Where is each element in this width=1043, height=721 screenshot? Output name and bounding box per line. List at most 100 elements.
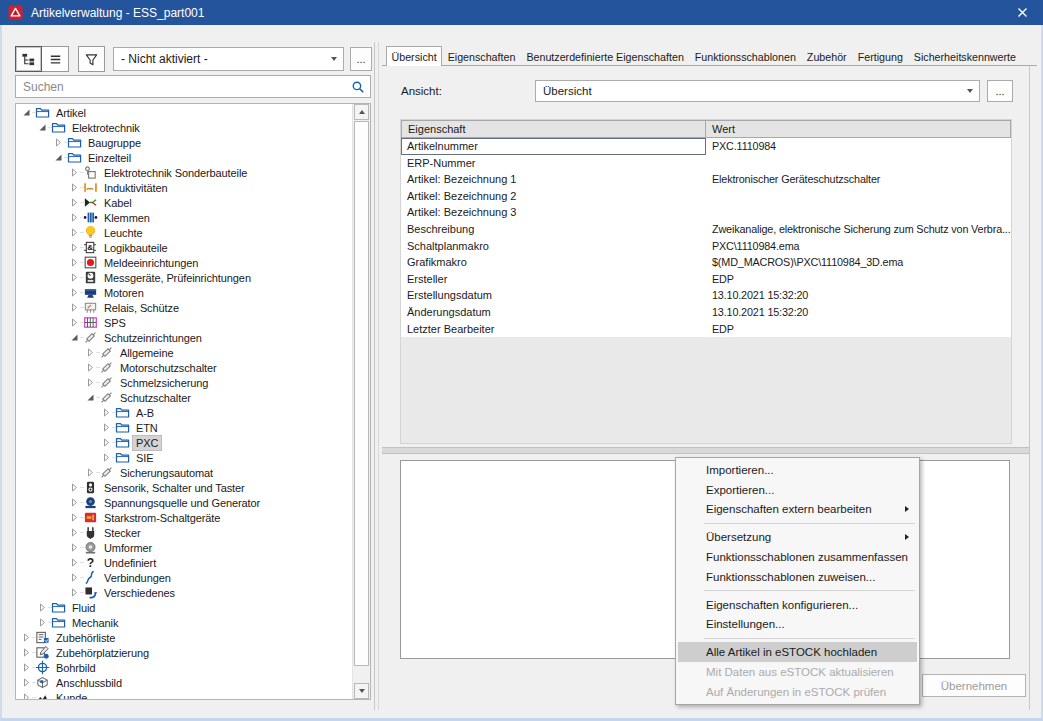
tree-item-allgemeine[interactable]: Allgemeine: [16, 345, 353, 360]
property-name[interactable]: Artikel: Bezeichnung 2: [401, 188, 706, 205]
scroll-down-button[interactable]: [354, 683, 369, 699]
tree-item-klemmen[interactable]: Klemmen: [16, 210, 353, 225]
column-header-wert[interactable]: Wert: [705, 120, 1011, 138]
property-row-artikel-bezeichnung-3[interactable]: Artikel: Bezeichnung 3: [401, 204, 1011, 221]
search-icon[interactable]: [346, 79, 370, 95]
property-name[interactable]: Artikel: Bezeichnung 1: [401, 171, 706, 188]
apply-button[interactable]: Übernehmen: [922, 674, 1026, 697]
expander-collapsed-icon[interactable]: [69, 242, 80, 253]
property-row-erstellungsdatum[interactable]: Erstellungsdatum13.10.2021 15:32:20: [401, 287, 1011, 304]
property-value[interactable]: Elektronischer Geräteschutzschalter: [706, 171, 1011, 188]
expander-collapsed-icon[interactable]: [69, 557, 80, 568]
tree-item-schutzschalter[interactable]: Schutzschalter: [16, 390, 353, 405]
expander-expanded-icon[interactable]: [69, 332, 80, 343]
filter-button[interactable]: [78, 46, 105, 72]
property-name[interactable]: Ersteller: [401, 271, 706, 288]
menu-item-übersetzung[interactable]: Übersetzung: [678, 527, 917, 547]
tree-item-sensorik-schalter-und-taster[interactable]: Sensorik, Schalter und Taster: [16, 480, 353, 495]
property-value[interactable]: Zweikanalige, elektronische Sicherung zu…: [706, 221, 1011, 238]
property-row-schaltplanmakro[interactable]: SchaltplanmakroPXC\1110984.ema: [401, 238, 1011, 255]
tree-item-zubehörliste[interactable]: Zubehörliste: [16, 630, 353, 645]
property-row-ersteller[interactable]: ErstellerEDP: [401, 271, 1011, 288]
expander-expanded-icon[interactable]: [53, 152, 64, 163]
tree-item-schutzeinrichtungen[interactable]: Schutzeinrichtungen: [16, 330, 353, 345]
expander-collapsed-icon[interactable]: [69, 287, 80, 298]
expander-collapsed-icon[interactable]: [69, 272, 80, 283]
expander-collapsed-icon[interactable]: [21, 632, 32, 643]
expander-collapsed-icon[interactable]: [69, 212, 80, 223]
tree-item-kunde[interactable]: Kunde: [16, 690, 353, 700]
menu-item-einstellungen[interactable]: Einstellungen...: [678, 615, 917, 635]
property-row-grafikmakro[interactable]: Grafikmakro$(MD_MACROS)\PXC\1110984_3D.e…: [401, 254, 1011, 271]
menu-item-eigenschaften-konfigurieren[interactable]: Eigenschaften konfigurieren...: [678, 595, 917, 615]
tree-item-sicherungsautomat[interactable]: Sicherungsautomat: [16, 465, 353, 480]
tab-fertigung[interactable]: Fertigung: [852, 47, 908, 66]
property-name[interactable]: Änderungsdatum: [401, 304, 706, 321]
expander-collapsed-icon[interactable]: [69, 182, 80, 193]
expander-collapsed-icon[interactable]: [69, 482, 80, 493]
tree-item-stecker[interactable]: Stecker: [16, 525, 353, 540]
property-row-änderungsdatum[interactable]: Änderungsdatum13.10.2021 15:32:20: [401, 304, 1011, 321]
tree-item-starkstrom-schaltgeräte[interactable]: Starkstrom-Schaltgeräte: [16, 510, 353, 525]
tree-item-fluid[interactable]: Fluid: [16, 600, 353, 615]
expander-collapsed-icon[interactable]: [69, 197, 80, 208]
expander-collapsed-icon[interactable]: [69, 587, 80, 598]
expander-collapsed-icon[interactable]: [69, 302, 80, 313]
tab-zubehör[interactable]: Zubehör: [801, 47, 852, 66]
expander-collapsed-icon[interactable]: [101, 452, 112, 463]
property-value[interactable]: 13.10.2021 15:32:20: [706, 304, 1011, 321]
tree-item-bohrbild[interactable]: Bohrbild: [16, 660, 353, 675]
property-row-artikel-bezeichnung-2[interactable]: Artikel: Bezeichnung 2: [401, 188, 1011, 205]
tree-item-artikel[interactable]: Artikel: [16, 105, 353, 120]
tree-item-leuchte[interactable]: Leuchte: [16, 225, 353, 240]
tree-item-etn[interactable]: ETN: [16, 420, 353, 435]
tree-item-pxc[interactable]: PXC: [16, 435, 353, 450]
tree-item-elektrotechnik-sonderbauteile[interactable]: Elektrotechnik Sonderbauteile: [16, 165, 353, 180]
tab-übersicht[interactable]: Übersicht: [386, 46, 442, 66]
menu-item-importieren[interactable]: Importieren...: [678, 460, 917, 480]
tree-item-induktivitäten[interactable]: Induktivitäten: [16, 180, 353, 195]
property-value[interactable]: 13.10.2021 15:32:20: [706, 287, 1011, 304]
expander-collapsed-icon[interactable]: [21, 647, 32, 658]
tree-item-sie[interactable]: SIE: [16, 450, 353, 465]
property-name[interactable]: Grafikmakro: [401, 254, 706, 271]
property-row-beschreibung[interactable]: BeschreibungZweikanalige, elektronische …: [401, 221, 1011, 238]
column-header-eigenschaft[interactable]: Eigenschaft: [401, 120, 706, 138]
search-input[interactable]: [16, 79, 346, 95]
tab-sicherheitskennwerte[interactable]: Sicherheitskennwerte: [908, 47, 1021, 66]
tree-item-umformer[interactable]: Umformer: [16, 540, 353, 555]
property-row-artikelnummer[interactable]: ArtikelnummerPXC.1110984: [401, 138, 1011, 155]
panel-divider[interactable]: [374, 42, 375, 710]
property-name[interactable]: Schaltplanmakro: [401, 238, 706, 255]
tree-item-zubehörplatzierung[interactable]: Zubehörplatzierung: [16, 645, 353, 660]
tree-item-sps[interactable]: SPS: [16, 315, 353, 330]
tree-item-elektrotechnik[interactable]: Elektrotechnik: [16, 120, 353, 135]
expander-collapsed-icon[interactable]: [101, 437, 112, 448]
expander-collapsed-icon[interactable]: [85, 377, 96, 388]
tree-item-verbindungen[interactable]: Verbindungen: [16, 570, 353, 585]
expander-collapsed-icon[interactable]: [21, 677, 32, 688]
expander-collapsed-icon[interactable]: [21, 692, 32, 700]
tree-item-kabel[interactable]: Kabel: [16, 195, 353, 210]
expander-collapsed-icon[interactable]: [69, 572, 80, 583]
property-row-artikel-bezeichnung-1[interactable]: Artikel: Bezeichnung 1Elektronischer Ger…: [401, 171, 1011, 188]
view-more-button[interactable]: ...: [987, 80, 1013, 102]
property-value[interactable]: EDP: [706, 321, 1011, 338]
expander-expanded-icon[interactable]: [37, 122, 48, 133]
expander-expanded-icon[interactable]: [21, 107, 32, 118]
tree-view-button[interactable]: [15, 46, 42, 72]
scroll-thumb[interactable]: [354, 121, 369, 666]
property-name[interactable]: Erstellungsdatum: [401, 287, 706, 304]
expander-collapsed-icon[interactable]: [69, 527, 80, 538]
expander-collapsed-icon[interactable]: [85, 362, 96, 373]
expander-collapsed-icon[interactable]: [37, 602, 48, 613]
scroll-up-button[interactable]: [354, 104, 369, 120]
expander-collapsed-icon[interactable]: [85, 347, 96, 358]
expander-collapsed-icon[interactable]: [53, 137, 64, 148]
tree-item-messgeräte-prüfeinrichtungen[interactable]: Messgeräte, Prüfeinrichtungen: [16, 270, 353, 285]
expander-expanded-icon[interactable]: [85, 392, 96, 403]
tree-item-motorschutzschalter[interactable]: Motorschutzschalter: [16, 360, 353, 375]
tab-funktionsschablonen[interactable]: Funktionsschablonen: [689, 47, 801, 66]
expander-collapsed-icon[interactable]: [101, 422, 112, 433]
expander-collapsed-icon[interactable]: [69, 227, 80, 238]
